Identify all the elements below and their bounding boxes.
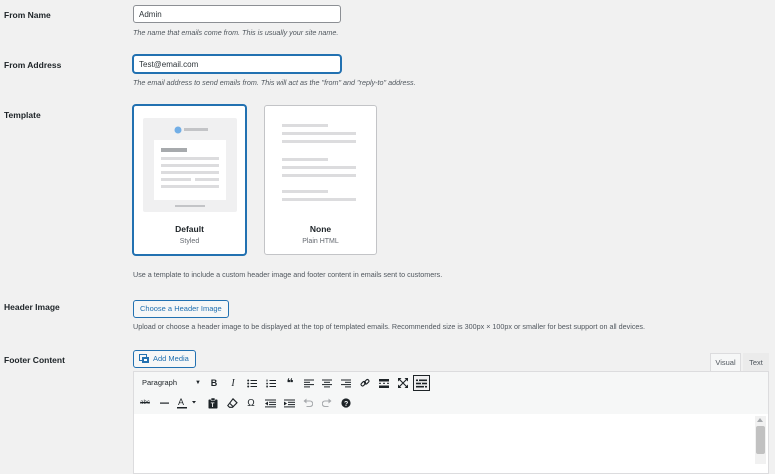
bold-icon[interactable]: B: [208, 375, 220, 391]
editor-scrollbar[interactable]: [755, 416, 766, 464]
align-left-icon[interactable]: [302, 375, 316, 391]
template-option-title: None: [309, 224, 332, 234]
from-address-input[interactable]: [133, 55, 341, 73]
help-icon[interactable]: ?: [339, 395, 353, 411]
add-media-button[interactable]: Add Media: [133, 350, 196, 368]
tab-text[interactable]: Text: [743, 353, 769, 371]
outdent-icon[interactable]: [263, 395, 277, 411]
from-address-description: The email address to send emails from. T…: [133, 78, 416, 87]
from-name-label: From Name: [4, 10, 51, 20]
from-address-label: From Address: [4, 60, 62, 70]
svg-text:?: ?: [344, 401, 348, 408]
styled-template-preview-icon: [143, 118, 237, 212]
link-icon[interactable]: [358, 375, 372, 391]
undo-icon[interactable]: [301, 395, 315, 411]
template-label: Template: [4, 110, 41, 120]
plain-template-preview-icon: [282, 124, 356, 201]
add-media-icon: [139, 354, 149, 363]
chevron-down-icon: ▼: [195, 380, 201, 386]
template-option-default[interactable]: Default Styled: [133, 105, 246, 255]
footer-content-editor[interactable]: [133, 414, 769, 474]
numbered-list-icon[interactable]: [264, 375, 278, 391]
footer-content-label: Footer Content: [4, 355, 65, 365]
strikethrough-icon[interactable]: abc: [138, 395, 152, 411]
indent-icon[interactable]: [282, 395, 296, 411]
align-right-icon[interactable]: [339, 375, 353, 391]
redo-icon[interactable]: [320, 395, 334, 411]
svg-text:A: A: [178, 397, 184, 407]
template-option-subtitle: Plain HTML: [302, 238, 339, 245]
template-option-none[interactable]: None Plain HTML: [264, 105, 377, 255]
scroll-up-arrow-icon[interactable]: [757, 418, 763, 422]
template-option-title: Default: [175, 224, 204, 234]
from-name-input[interactable]: [133, 5, 341, 23]
italic-icon[interactable]: I: [227, 375, 239, 391]
special-character-icon[interactable]: Ω: [244, 395, 258, 411]
format-select-value: Paragraph: [142, 378, 178, 387]
bullet-list-icon[interactable]: [245, 375, 259, 391]
clear-formatting-icon[interactable]: [225, 395, 239, 411]
toolbar-toggle-icon[interactable]: [413, 375, 430, 391]
header-image-label: Header Image: [4, 302, 60, 312]
fullscreen-icon[interactable]: [396, 375, 410, 391]
read-more-icon[interactable]: [377, 375, 391, 391]
template-description: Use a template to include a custom heade…: [133, 270, 443, 279]
align-center-icon[interactable]: [320, 375, 334, 391]
paste-text-icon[interactable]: T: [206, 395, 220, 411]
horizontal-line-icon[interactable]: [157, 395, 171, 411]
add-media-label: Add Media: [153, 354, 189, 363]
tab-visual[interactable]: Visual: [710, 353, 741, 371]
format-select[interactable]: Paragraph ▼: [138, 375, 204, 391]
scrollbar-thumb[interactable]: [756, 426, 765, 454]
header-image-description: Upload or choose a header image to be di…: [133, 322, 646, 331]
choose-header-image-button[interactable]: Choose a Header Image: [133, 300, 229, 318]
blockquote-icon[interactable]: ❝: [283, 375, 297, 391]
template-option-subtitle: Styled: [179, 238, 200, 245]
from-name-description: The name that emails come from. This is …: [133, 28, 339, 37]
text-color-icon[interactable]: A: [175, 395, 199, 411]
svg-text:T: T: [211, 403, 215, 409]
